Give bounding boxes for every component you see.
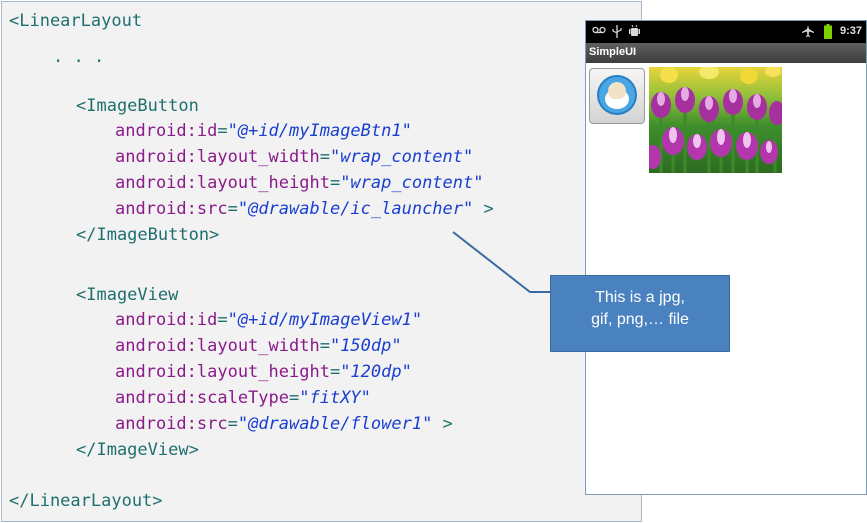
callout-line-2: gif, png,… file (591, 311, 689, 328)
callout-box: This is a jpg, gif, png,… file (550, 275, 730, 352)
callout-line-1: This is a jpg, (595, 289, 685, 306)
callout-connector (452, 231, 550, 293)
